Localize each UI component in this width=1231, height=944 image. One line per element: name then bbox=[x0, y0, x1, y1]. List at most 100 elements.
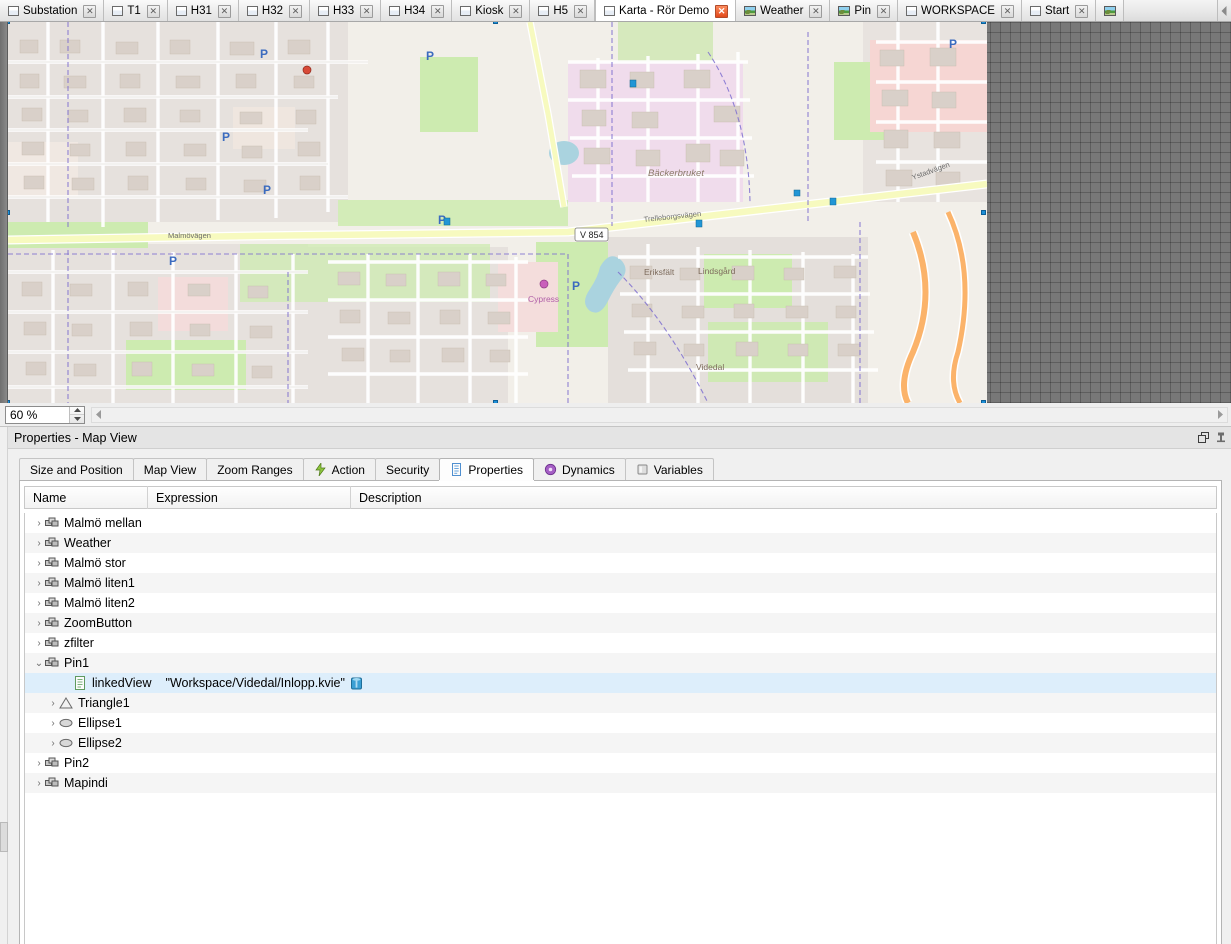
scroll-right-button[interactable] bbox=[1214, 410, 1226, 419]
table-row[interactable]: ›Triangle1 bbox=[25, 693, 1216, 713]
table-row[interactable]: ›Malmö mellan bbox=[25, 513, 1216, 533]
table-row[interactable]: ›Malmö liten2 bbox=[25, 593, 1216, 613]
table-row[interactable]: › zfilter bbox=[25, 633, 1216, 653]
tab-zoom-ranges[interactable]: Zoom Ranges bbox=[206, 458, 303, 480]
editor-tab-close-button[interactable]: ✕ bbox=[218, 5, 231, 18]
editor-tab-bar[interactable]: Substation✕T1✕H31✕H32✕H33✕H34✕Kiosk✕H5✕K… bbox=[0, 0, 1231, 22]
editor-tab-kiosk[interactable]: Kiosk✕ bbox=[452, 0, 530, 22]
column-header-name[interactable]: Name bbox=[25, 486, 147, 509]
table-row[interactable]: ›ZoomButton bbox=[25, 613, 1216, 633]
tab-dynamics[interactable]: Dynamics bbox=[533, 458, 626, 480]
map-view-widget[interactable]: P P P P P P P P Bäckerbruket Eriksfält L… bbox=[8, 22, 987, 403]
table-row[interactable]: ⌄Pin1 bbox=[25, 653, 1216, 673]
selection-handle-top-center[interactable] bbox=[493, 22, 498, 24]
editor-tab-h32[interactable]: H32✕ bbox=[239, 0, 310, 22]
row-twisty-zoombutton[interactable]: › bbox=[33, 618, 45, 629]
table-row[interactable]: ›Pin2 bbox=[25, 753, 1216, 773]
editor-tab-close-button[interactable]: ✕ bbox=[509, 5, 522, 18]
column-header-expression[interactable]: Expression bbox=[147, 486, 350, 509]
tab-variables[interactable]: Variables bbox=[625, 458, 714, 480]
collapsed-panel-handle[interactable] bbox=[0, 822, 8, 852]
zoom-level-value[interactable]: 60 % bbox=[6, 407, 69, 423]
table-row[interactable]: ›Ellipse2 bbox=[25, 733, 1216, 753]
editor-tab-h31[interactable]: H31✕ bbox=[168, 0, 239, 22]
editor-tab-karta-r-r-demo[interactable]: Karta - Rör Demo✕ bbox=[595, 0, 736, 22]
selection-handle-bottom-left[interactable] bbox=[8, 400, 10, 403]
table-row[interactable]: ›Mapindi bbox=[25, 773, 1216, 793]
canvas-horizontal-scrollbar[interactable] bbox=[91, 407, 1228, 423]
row-twisty-ellipse2[interactable]: › bbox=[47, 738, 59, 749]
editor-tab-close-button[interactable]: ✕ bbox=[83, 5, 96, 18]
row-twisty-triangle1[interactable]: › bbox=[47, 698, 59, 709]
svg-text:P: P bbox=[572, 279, 580, 293]
editor-tab-close-button[interactable]: ✕ bbox=[715, 5, 728, 18]
editor-tab-pin[interactable]: Pin✕ bbox=[830, 0, 898, 22]
editor-tab-close-button[interactable]: ✕ bbox=[1001, 5, 1014, 18]
caret-up-icon bbox=[74, 408, 81, 412]
row-twisty-pin2[interactable]: › bbox=[33, 758, 45, 769]
selection-handle-middle-left[interactable] bbox=[8, 210, 10, 215]
editor-tab-close-button[interactable]: ✕ bbox=[147, 5, 160, 18]
row-twisty-ellipse1[interactable]: › bbox=[47, 718, 59, 729]
tab-security[interactable]: Security bbox=[375, 458, 440, 480]
editor-tab-t1[interactable]: T1✕ bbox=[104, 0, 167, 22]
row-name-zfilter: zfilter bbox=[64, 636, 102, 650]
map-canvas-area[interactable]: P P P P P P P P Bäckerbruket Eriksfält L… bbox=[0, 22, 1231, 403]
zoom-spinner-buttons[interactable] bbox=[69, 407, 84, 423]
table-row[interactable]: linkedView"Workspace/Videdal/Inlopp.kvie… bbox=[25, 673, 1216, 693]
properties-tree-table[interactable]: ›Malmö mellan›Weather›Malmö stor›Malmö l… bbox=[24, 513, 1217, 944]
editor-tab-weather[interactable]: Weather✕ bbox=[736, 0, 830, 22]
table-row[interactable]: ›Malmö liten1 bbox=[25, 573, 1216, 593]
editor-tab-close-button[interactable]: ✕ bbox=[431, 5, 444, 18]
editor-tab-h33[interactable]: H33✕ bbox=[310, 0, 381, 22]
tab-action[interactable]: Action bbox=[303, 458, 376, 480]
scroll-left-button[interactable] bbox=[93, 410, 105, 419]
document-icon bbox=[538, 6, 549, 16]
canvas-zoom-bar[interactable]: 60 % bbox=[0, 403, 1231, 427]
dock-float-button[interactable] bbox=[1195, 429, 1211, 447]
editor-tab-close-button[interactable]: ✕ bbox=[289, 5, 302, 18]
row-twisty-weather[interactable]: › bbox=[33, 538, 45, 549]
dock-pin-button[interactable] bbox=[1213, 429, 1229, 447]
editor-tab-substation[interactable]: Substation✕ bbox=[0, 0, 104, 22]
row-twisty-malm-stor[interactable]: › bbox=[33, 558, 45, 569]
editor-tab-close-button[interactable]: ✕ bbox=[809, 5, 822, 18]
zoom-level-spinner[interactable]: 60 % bbox=[5, 406, 85, 424]
selection-handle-top-right[interactable] bbox=[981, 22, 986, 24]
row-twisty-malm-liten2[interactable]: › bbox=[33, 598, 45, 609]
row-twisty-pin1[interactable]: ⌄ bbox=[33, 658, 45, 669]
selection-handle-middle-right[interactable] bbox=[981, 210, 986, 215]
properties-tab-strip[interactable]: Size and PositionMap ViewZoom RangesActi… bbox=[19, 459, 1222, 481]
tab-scroll-left-button[interactable] bbox=[1217, 0, 1231, 21]
editor-tab-workspace[interactable]: WORKSPACE✕ bbox=[898, 0, 1022, 22]
row-twisty-malm-liten1[interactable]: › bbox=[33, 578, 45, 589]
editor-tab-h5[interactable]: H5✕ bbox=[530, 0, 595, 22]
tab-properties[interactable]: Properties bbox=[439, 458, 534, 480]
editor-tab-close-button[interactable]: ✕ bbox=[360, 5, 373, 18]
zoom-decrease-button[interactable] bbox=[70, 415, 84, 423]
dock-title-bar[interactable]: Properties - Map View bbox=[8, 427, 1231, 449]
table-row[interactable]: ›Weather bbox=[25, 533, 1216, 553]
table-row[interactable]: ›Malmö stor bbox=[25, 553, 1216, 573]
selection-handle-top-left[interactable] bbox=[8, 22, 10, 24]
editor-tab-overflow[interactable] bbox=[1096, 0, 1124, 22]
properties-icon bbox=[450, 463, 463, 476]
editor-tab-close-button[interactable]: ✕ bbox=[574, 5, 587, 18]
tab-size-and-position[interactable]: Size and Position bbox=[19, 458, 134, 480]
zoom-increase-button[interactable] bbox=[70, 407, 84, 416]
row-twisty-mapindi[interactable]: › bbox=[33, 778, 45, 789]
canvas-left-gutter[interactable] bbox=[0, 22, 8, 403]
editor-tab-close-button[interactable]: ✕ bbox=[877, 5, 890, 18]
editor-tab-h34[interactable]: H34✕ bbox=[381, 0, 452, 22]
editor-tab-close-button[interactable]: ✕ bbox=[1075, 5, 1088, 18]
tab-map-view[interactable]: Map View bbox=[133, 458, 207, 480]
row-twisty-malm-mellan[interactable]: › bbox=[33, 518, 45, 529]
table-row[interactable]: ›Ellipse1 bbox=[25, 713, 1216, 733]
selection-handle-bottom-right[interactable] bbox=[981, 400, 986, 403]
svg-text:Lindsgård: Lindsgård bbox=[698, 266, 736, 276]
row-twisty-zfilter[interactable]: › bbox=[33, 638, 45, 649]
column-header-description[interactable]: Description bbox=[350, 486, 1216, 509]
selection-handle-bottom-center[interactable] bbox=[493, 400, 498, 403]
row-expression-cell[interactable]: "Workspace/Videdal/Inlopp.kvie" bbox=[166, 676, 363, 690]
editor-tab-start[interactable]: Start✕ bbox=[1022, 0, 1096, 22]
